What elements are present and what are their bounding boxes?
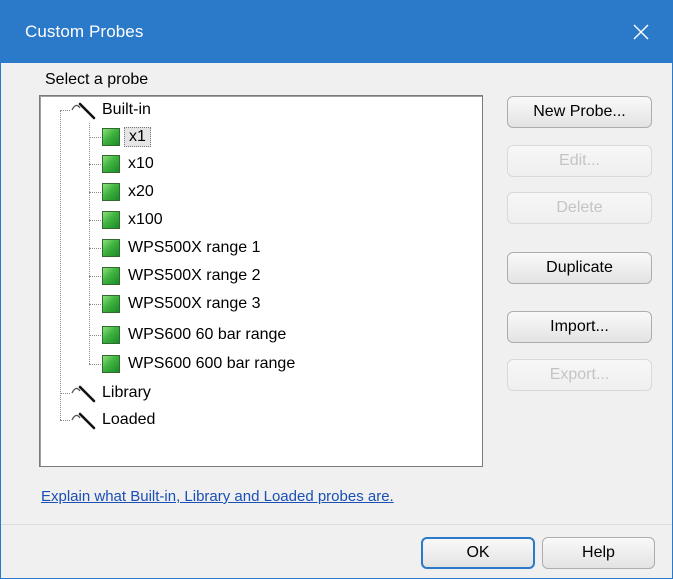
- duplicate-button[interactable]: Duplicate: [507, 252, 652, 284]
- probe-folder-icon: [71, 385, 96, 403]
- ok-button[interactable]: OK: [421, 537, 535, 569]
- title-bar: Custom Probes: [1, 1, 672, 63]
- tree-item-wps600-600-bar-range[interactable]: WPS600 600 bar range: [102, 351, 295, 377]
- probe-tree[interactable]: Built-in x1 x10 x20 x100 WPS500X range 1: [39, 95, 483, 467]
- tree-item-label: WPS500X range 3: [128, 295, 261, 312]
- probe-icon: [102, 295, 120, 313]
- close-button[interactable]: [610, 1, 672, 63]
- help-button[interactable]: Help: [542, 537, 655, 569]
- tree-item-built-in[interactable]: Built-in: [70, 97, 151, 123]
- tree-item-loaded[interactable]: Loaded: [70, 407, 155, 433]
- custom-probes-dialog: Custom Probes Select a probe Built-in x1: [0, 0, 673, 579]
- edit-button[interactable]: Edit...: [507, 145, 652, 177]
- probe-icon: [102, 183, 120, 201]
- probe-icon: [102, 355, 120, 373]
- probe-icon: [102, 155, 120, 173]
- close-icon: [633, 24, 649, 40]
- probe-icon: [102, 239, 120, 257]
- tree-item-label: x100: [128, 211, 163, 228]
- tree-item-wps500x-range-1[interactable]: WPS500X range 1: [102, 235, 261, 261]
- tree-item-label: WPS600 600 bar range: [128, 355, 296, 372]
- tree-item-x10[interactable]: x10: [102, 151, 154, 177]
- tree-item-library[interactable]: Library: [70, 380, 151, 406]
- tree-item-label: x10: [128, 155, 154, 172]
- tree-item-label: x20: [128, 183, 154, 200]
- dialog-footer: OK Help: [1, 525, 672, 578]
- tree-item-label: Library: [102, 384, 151, 401]
- tree-item-wps500x-range-3[interactable]: WPS500X range 3: [102, 291, 261, 317]
- probe-icon: [102, 326, 120, 344]
- tree-item-label: WPS600 60 bar range: [128, 326, 287, 343]
- tree-item-x20[interactable]: x20: [102, 179, 154, 205]
- probe-icon: [102, 267, 120, 285]
- tree-item-label: Loaded: [102, 411, 156, 428]
- tree-item-x1[interactable]: x1: [102, 124, 151, 150]
- tree-item-wps600-60-bar-range[interactable]: WPS600 60 bar range: [102, 322, 286, 348]
- delete-button[interactable]: Delete: [507, 192, 652, 224]
- new-probe-button[interactable]: New Probe...: [507, 96, 652, 128]
- probe-icon: [102, 128, 120, 146]
- probe-folder-icon: [71, 102, 96, 120]
- tree-item-x100[interactable]: x100: [102, 207, 163, 233]
- window-title: Custom Probes: [25, 22, 144, 41]
- tree-item-label: x1: [124, 127, 151, 147]
- export-button[interactable]: Export...: [507, 359, 652, 391]
- tree-line: [60, 110, 61, 420]
- probe-icon: [102, 211, 120, 229]
- import-button[interactable]: Import...: [507, 311, 652, 343]
- tree-item-label: WPS500X range 1: [128, 239, 261, 256]
- explain-probes-link[interactable]: Explain what Built-in, Library and Loade…: [41, 488, 394, 505]
- select-probe-label: Select a probe: [45, 71, 149, 88]
- tree-item-label: Built-in: [102, 101, 151, 118]
- tree-item-label: WPS500X range 2: [128, 267, 261, 284]
- tree-item-wps500x-range-2[interactable]: WPS500X range 2: [102, 263, 261, 289]
- probe-folder-icon: [71, 412, 96, 430]
- tree-line: [89, 123, 90, 364]
